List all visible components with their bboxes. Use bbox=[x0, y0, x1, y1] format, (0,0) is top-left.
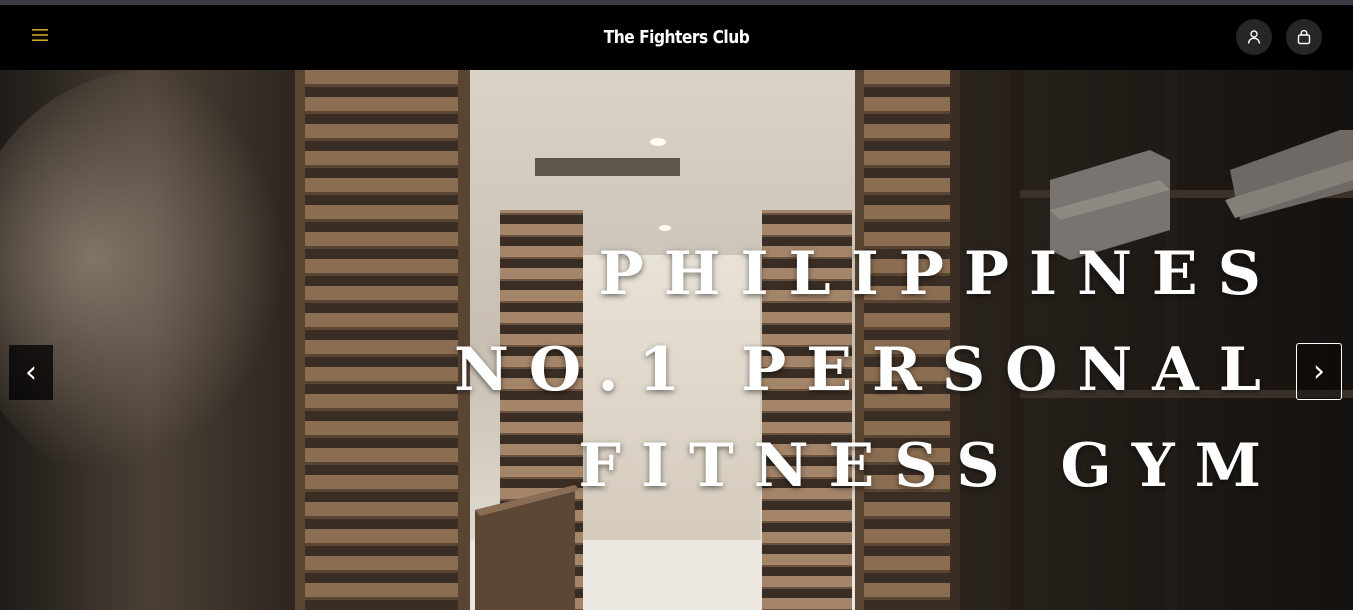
cart-button[interactable] bbox=[1286, 19, 1322, 55]
slider-prev-button[interactable]: ‹ bbox=[9, 345, 53, 400]
site-logo[interactable]: The Fighters Club bbox=[95, 5, 1259, 70]
hero-slider: PHILIPPINES NO.1 PERSONAL FITNESS GYM ‹ … bbox=[0, 70, 1353, 610]
headline-line-1: PHILIPPINES bbox=[598, 239, 1281, 309]
account-button[interactable] bbox=[1236, 19, 1272, 55]
headline-line-2: NO.1 PERSONAL bbox=[453, 335, 1281, 405]
chevron-right-icon: › bbox=[1313, 354, 1325, 389]
slider-next-button[interactable]: › bbox=[1296, 343, 1342, 400]
menu-button[interactable] bbox=[28, 23, 52, 47]
chevron-left-icon: ‹ bbox=[25, 355, 37, 390]
site-header: The Fighters Club bbox=[0, 5, 1353, 70]
user-icon bbox=[1247, 30, 1261, 44]
shopping-bag-icon bbox=[1297, 29, 1311, 45]
headline-line-3: FITNESS GYM bbox=[578, 431, 1281, 501]
hamburger-menu-icon bbox=[32, 29, 48, 41]
hero-headline: PHILIPPINES NO.1 PERSONAL FITNESS GYM bbox=[454, 226, 1261, 514]
